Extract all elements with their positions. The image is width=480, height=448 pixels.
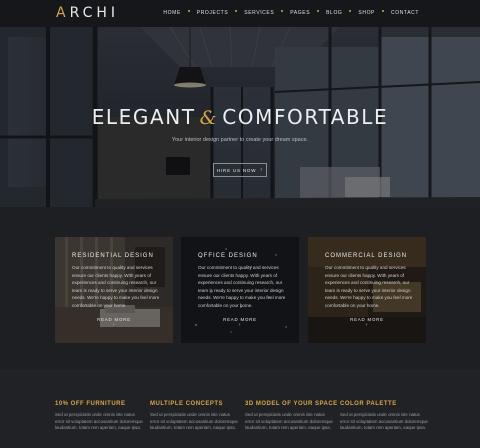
feature-text: Sed ut perspiciatis unde omnis iste natu… <box>245 412 333 431</box>
nav-services[interactable]: SERVICES <box>237 10 281 16</box>
nav-projects[interactable]: PROJECTS <box>190 10 235 16</box>
logo-text: RCHI <box>69 5 120 21</box>
chevron-right-icon: › <box>260 167 264 173</box>
card-title: OFFICE DESIGN <box>198 253 258 259</box>
feature-title: 10% OFF FURNITURE <box>55 401 126 407</box>
feature-title: COLOR PALETTE <box>340 401 397 407</box>
site-logo[interactable]: ARCHI <box>56 5 119 21</box>
service-card-commercial[interactable]: COMMERCIAL DESIGN Our commitment to qual… <box>308 237 426 343</box>
read-more-link[interactable]: READ MORE › <box>350 317 384 328</box>
feature-title: MULTIPLE CONCEPTS <box>150 401 224 407</box>
nav-shop[interactable]: SHOP <box>351 10 382 16</box>
hero-title-ampersand: & <box>199 107 219 129</box>
nav-contact[interactable]: CONTACT <box>384 10 426 16</box>
hero-subtitle: Your interior design partner to create y… <box>171 137 309 143</box>
chevron-right-icon: › <box>365 322 369 328</box>
feature-text: Sed ut perspiciatis unde omnis iste natu… <box>340 412 428 431</box>
feature-title: 3D MODEL OF YOUR SPACE <box>245 401 338 407</box>
feature-color-palette: COLOR PALETTE Sed ut perspiciatis unde o… <box>340 401 428 432</box>
read-more-link[interactable]: READ MORE › <box>223 317 257 328</box>
service-card-residential[interactable]: RESIDENTIAL DESIGN Our commitment to qua… <box>55 237 173 343</box>
main-nav: HOME PROJECTS SERVICES PAGES BLOG SHOP C… <box>156 10 426 16</box>
hire-us-label: HIRE US NOW <box>216 167 257 173</box>
chevron-right-icon: › <box>112 322 116 328</box>
services-section: RESIDENTIAL DESIGN Our commitment to qua… <box>0 207 480 369</box>
read-more-link[interactable]: READ MORE › <box>97 317 131 328</box>
nav-home[interactable]: HOME <box>156 10 187 16</box>
hire-us-button[interactable]: HIRE US NOW › <box>213 163 267 177</box>
hero-section: ELEGANT & COMFORTABLE Your interior design… <box>0 27 480 207</box>
feature-text: Sed ut perspiciatis unde omnis iste natu… <box>150 412 238 431</box>
feature-text: Sed ut perspiciatis unde omnis iste natu… <box>55 412 143 431</box>
hero-title-right: COMFORTABLE <box>222 105 389 129</box>
card-text: Our commitment to quality and services e… <box>325 265 413 308</box>
hero-title: ELEGANT & COMFORTABLE <box>0 105 480 129</box>
nav-blog[interactable]: BLOG <box>319 10 349 16</box>
logo-accent-letter: A <box>56 5 70 21</box>
card-title: COMMERCIAL DESIGN <box>325 253 408 259</box>
chevron-right-icon: › <box>238 322 242 328</box>
hero-title-left: ELEGANT <box>91 105 196 129</box>
card-text: Our commitment to quality and services e… <box>198 265 286 308</box>
card-text: Our commitment to quality and services e… <box>72 265 160 308</box>
feature-furniture-discount: 10% OFF FURNITURE Sed ut perspiciatis un… <box>55 401 143 432</box>
service-card-office[interactable]: OFFICE DESIGN Our commitment to quality … <box>181 237 299 343</box>
site-header: ARCHI HOME PROJECTS SERVICES PAGES BLOG … <box>0 0 480 27</box>
feature-multiple-concepts: MULTIPLE CONCEPTS Sed ut perspiciatis un… <box>150 401 238 432</box>
card-title: RESIDENTIAL DESIGN <box>72 253 154 259</box>
feature-3d-model: 3D MODEL OF YOUR SPACE Sed ut perspiciat… <box>245 401 338 432</box>
features-section: 10% OFF FURNITURE Sed ut perspiciatis un… <box>0 369 480 448</box>
nav-pages[interactable]: PAGES <box>283 10 317 16</box>
